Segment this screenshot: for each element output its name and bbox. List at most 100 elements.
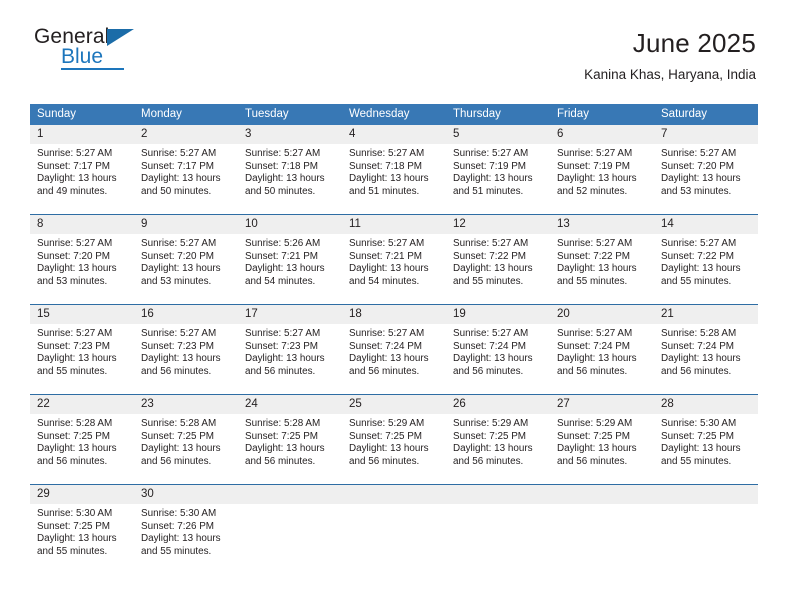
calendar-day-cell[interactable]: 18 Sunrise: 5:27 AM Sunset: 7:24 PM Dayligh… xyxy=(342,304,446,395)
sunset-text: Sunset: 7:25 PM xyxy=(141,430,215,442)
day-number: 29 xyxy=(30,485,134,504)
calendar-day-cell[interactable]: 9 Sunrise: 5:27 AM Sunset: 7:20 PM Daylight… xyxy=(134,214,238,305)
calendar: Sunday Monday Tuesday Wednesday Thursday Frid… xyxy=(30,104,758,574)
sunset-text: Sunset: 7:24 PM xyxy=(453,340,527,352)
calendar-day-cell[interactable]: 24 Sunrise: 5:28 AM Sunset: 7:25 PM Dayligh… xyxy=(238,394,342,485)
calendar-day-cell[interactable]: 23 Sunrise: 5:28 AM Sunset: 7:25 PM Dayligh… xyxy=(134,394,238,485)
sunrise-text: Sunrise: 5:29 AM xyxy=(453,418,529,429)
calendar-day-cell-empty xyxy=(446,484,550,574)
calendar-day-cell[interactable]: 20 Sunrise: 5:27 AM Sunset: 7:24 PM Dayligh… xyxy=(550,304,654,395)
sunset-text: Sunset: 7:23 PM xyxy=(37,340,111,352)
day-info: Sunrise: 5:27 AM Sunset: 7:23 PM Daylight:… xyxy=(134,324,238,378)
calendar-day-cell[interactable]: 4 Sunrise: 5:27 AM Sunset: 7:18 PM Daylight… xyxy=(342,125,446,215)
weekday-header-thursday: Thursday xyxy=(446,104,550,125)
sunset-text: Sunset: 7:25 PM xyxy=(245,430,319,442)
calendar-day-cell[interactable]: 5 Sunrise: 5:27 AM Sunset: 7:19 PM Daylight… xyxy=(446,125,550,215)
calendar-day-cell[interactable]: 26 Sunrise: 5:29 AM Sunset: 7:25 PM Dayligh… xyxy=(446,394,550,485)
calendar-day-cell[interactable]: 21 Sunrise: 5:28 AM Sunset: 7:24 PM Dayligh… xyxy=(654,304,758,395)
day-info: Sunrise: 5:29 AM Sunset: 7:25 PM Daylight:… xyxy=(446,414,550,468)
calendar-table: Sunday Monday Tuesday Wednesday Thursday Frid… xyxy=(30,104,758,574)
daylight-text: Daylight: 13 hours and 56 minutes. xyxy=(141,443,221,467)
day-info: Sunrise: 5:30 AM Sunset: 7:25 PM Daylight:… xyxy=(30,504,134,558)
calendar-day-cell[interactable]: 28 Sunrise: 5:30 AM Sunset: 7:25 PM Dayligh… xyxy=(654,394,758,485)
day-number: 12 xyxy=(446,215,550,234)
day-number: 11 xyxy=(342,215,446,234)
calendar-day-cell[interactable]: 29 Sunrise: 5:30 AM Sunset: 7:25 PM Dayligh… xyxy=(30,484,134,574)
daylight-text: Daylight: 13 hours and 53 minutes. xyxy=(661,173,741,197)
day-info: Sunrise: 5:27 AM Sunset: 7:19 PM Daylight:… xyxy=(446,144,550,198)
calendar-day-cell[interactable]: 30 Sunrise: 5:30 AM Sunset: 7:26 PM Dayligh… xyxy=(134,484,238,574)
day-info: Sunrise: 5:30 AM Sunset: 7:25 PM Daylight:… xyxy=(654,414,758,468)
sunrise-text: Sunrise: 5:27 AM xyxy=(141,148,217,159)
daylight-text: Daylight: 13 hours and 55 minutes. xyxy=(557,263,637,287)
page-header: General Blue June 2025 Kanina Khas, Hary… xyxy=(0,0,792,83)
day-info: Sunrise: 5:27 AM Sunset: 7:18 PM Daylight:… xyxy=(342,144,446,198)
daylight-text: Daylight: 13 hours and 55 minutes. xyxy=(453,263,533,287)
day-number-band xyxy=(550,485,654,504)
calendar-day-cell-empty xyxy=(654,484,758,574)
calendar-day-cell[interactable]: 10 Sunrise: 5:26 AM Sunset: 7:21 PM Dayligh… xyxy=(238,214,342,305)
brand-logo[interactable]: General Blue xyxy=(34,26,194,74)
calendar-day-cell[interactable]: 17 Sunrise: 5:27 AM Sunset: 7:23 PM Dayligh… xyxy=(238,304,342,395)
daylight-text: Daylight: 13 hours and 56 minutes. xyxy=(37,443,117,467)
calendar-day-cell[interactable]: 13 Sunrise: 5:27 AM Sunset: 7:22 PM Dayligh… xyxy=(550,214,654,305)
daylight-text: Daylight: 13 hours and 55 minutes. xyxy=(37,533,117,557)
calendar-day-cell[interactable]: 22 Sunrise: 5:28 AM Sunset: 7:25 PM Dayligh… xyxy=(30,394,134,485)
day-info: Sunrise: 5:27 AM Sunset: 7:22 PM Daylight:… xyxy=(550,234,654,288)
daylight-text: Daylight: 13 hours and 55 minutes. xyxy=(141,533,221,557)
day-number: 14 xyxy=(654,215,758,234)
sunrise-text: Sunrise: 5:29 AM xyxy=(349,418,425,429)
sunrise-text: Sunrise: 5:28 AM xyxy=(245,418,321,429)
day-number: 8 xyxy=(30,215,134,234)
weekday-header-sunday: Sunday xyxy=(30,104,134,125)
title-block: June 2025 Kanina Khas, Haryana, India xyxy=(584,28,756,83)
sunset-text: Sunset: 7:21 PM xyxy=(245,250,319,262)
sunset-text: Sunset: 7:25 PM xyxy=(37,430,111,442)
day-number: 1 xyxy=(30,125,134,144)
daylight-text: Daylight: 13 hours and 53 minutes. xyxy=(141,263,221,287)
calendar-day-cell[interactable]: 16 Sunrise: 5:27 AM Sunset: 7:23 PM Dayligh… xyxy=(134,304,238,395)
daylight-text: Daylight: 13 hours and 50 minutes. xyxy=(245,173,325,197)
day-number: 25 xyxy=(342,395,446,414)
calendar-day-cell[interactable]: 25 Sunrise: 5:29 AM Sunset: 7:25 PM Dayligh… xyxy=(342,394,446,485)
day-info: Sunrise: 5:27 AM Sunset: 7:17 PM Daylight:… xyxy=(134,144,238,198)
calendar-day-cell[interactable]: 8 Sunrise: 5:27 AM Sunset: 7:20 PM Daylight… xyxy=(30,214,134,305)
calendar-day-cell[interactable]: 27 Sunrise: 5:29 AM Sunset: 7:25 PM Dayligh… xyxy=(550,394,654,485)
calendar-day-cell[interactable]: 11 Sunrise: 5:27 AM Sunset: 7:21 PM Dayligh… xyxy=(342,214,446,305)
day-info: Sunrise: 5:27 AM Sunset: 7:23 PM Daylight:… xyxy=(238,324,342,378)
daylight-text: Daylight: 13 hours and 53 minutes. xyxy=(37,263,117,287)
calendar-week-row: 29 Sunrise: 5:30 AM Sunset: 7:25 PM Dayligh… xyxy=(30,484,758,574)
day-number-band xyxy=(238,485,342,504)
sunset-text: Sunset: 7:20 PM xyxy=(37,250,111,262)
sunrise-text: Sunrise: 5:27 AM xyxy=(349,328,425,339)
day-number: 3 xyxy=(238,125,342,144)
calendar-week-row: 8 Sunrise: 5:27 AM Sunset: 7:20 PM Daylight… xyxy=(30,214,758,305)
calendar-day-cell[interactable]: 7 Sunrise: 5:27 AM Sunset: 7:20 PM Daylight… xyxy=(654,125,758,215)
weekday-header-tuesday: Tuesday xyxy=(238,104,342,125)
calendar-day-cell[interactable]: 12 Sunrise: 5:27 AM Sunset: 7:22 PM Dayligh… xyxy=(446,214,550,305)
day-number: 6 xyxy=(550,125,654,144)
sunrise-text: Sunrise: 5:27 AM xyxy=(141,238,217,249)
calendar-day-cell[interactable]: 2 Sunrise: 5:27 AM Sunset: 7:17 PM Daylight… xyxy=(134,125,238,215)
day-info: Sunrise: 5:29 AM Sunset: 7:25 PM Daylight:… xyxy=(550,414,654,468)
daylight-text: Daylight: 13 hours and 55 minutes. xyxy=(661,443,741,467)
day-info: Sunrise: 5:27 AM Sunset: 7:19 PM Daylight:… xyxy=(550,144,654,198)
calendar-day-cell[interactable]: 3 Sunrise: 5:27 AM Sunset: 7:18 PM Daylight… xyxy=(238,125,342,215)
daylight-text: Daylight: 13 hours and 50 minutes. xyxy=(141,173,221,197)
sunrise-text: Sunrise: 5:27 AM xyxy=(453,328,529,339)
calendar-day-cell[interactable]: 14 Sunrise: 5:27 AM Sunset: 7:22 PM Dayligh… xyxy=(654,214,758,305)
day-number: 4 xyxy=(342,125,446,144)
day-number: 2 xyxy=(134,125,238,144)
daylight-text: Daylight: 13 hours and 55 minutes. xyxy=(37,353,117,377)
day-info: Sunrise: 5:27 AM Sunset: 7:23 PM Daylight:… xyxy=(30,324,134,378)
day-number: 19 xyxy=(446,305,550,324)
calendar-day-cell[interactable]: 19 Sunrise: 5:27 AM Sunset: 7:24 PM Dayligh… xyxy=(446,304,550,395)
calendar-day-cell[interactable]: 15 Sunrise: 5:27 AM Sunset: 7:23 PM Dayligh… xyxy=(30,304,134,395)
calendar-day-cell[interactable]: 6 Sunrise: 5:27 AM Sunset: 7:19 PM Daylight… xyxy=(550,125,654,215)
sunrise-text: Sunrise: 5:27 AM xyxy=(557,328,633,339)
calendar-day-cell-empty xyxy=(550,484,654,574)
daylight-text: Daylight: 13 hours and 56 minutes. xyxy=(349,443,429,467)
day-number: 21 xyxy=(654,305,758,324)
day-number: 27 xyxy=(550,395,654,414)
calendar-day-cell[interactable]: 1 Sunrise: 5:27 AM Sunset: 7:17 PM Daylight… xyxy=(30,125,134,215)
